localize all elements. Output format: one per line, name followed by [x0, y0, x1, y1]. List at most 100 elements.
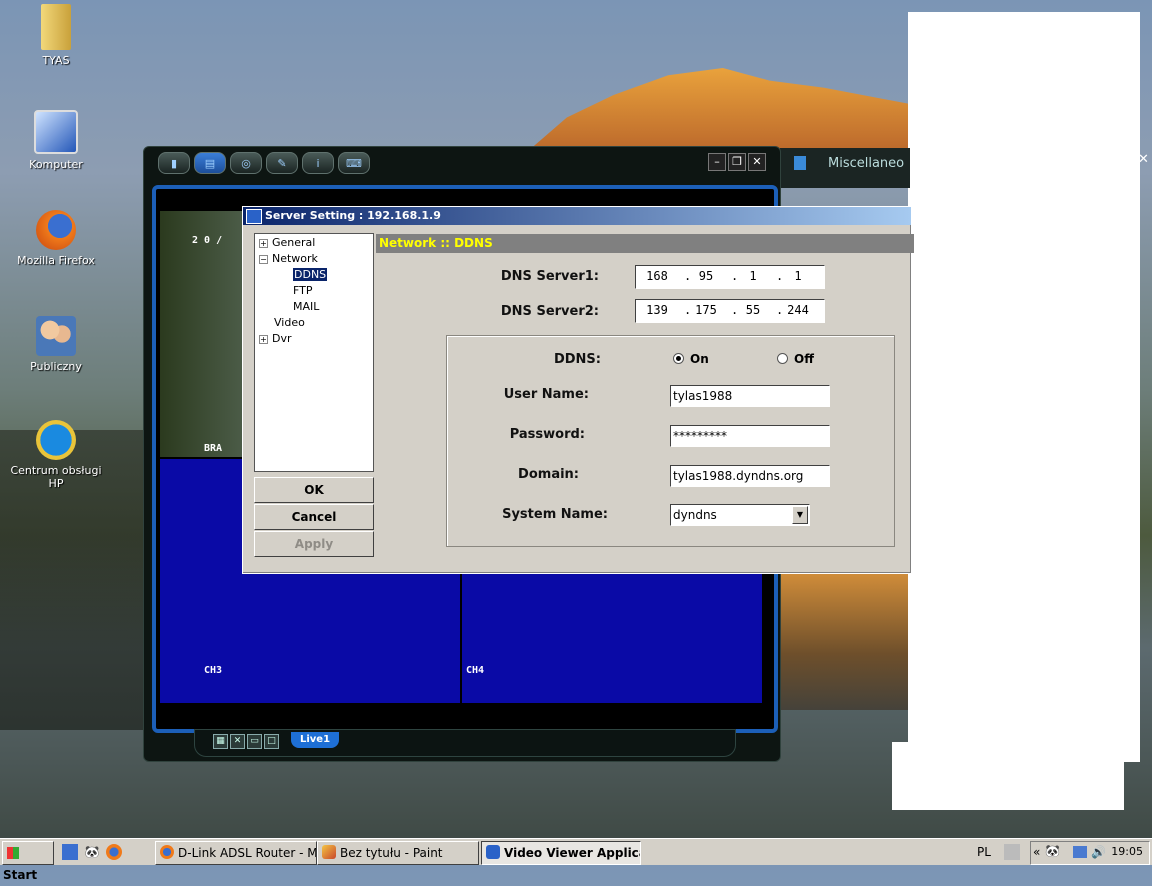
wallpaper-lake [770, 570, 910, 710]
radio-unselected-icon [777, 353, 788, 364]
dialog-app-icon [246, 209, 262, 224]
viewer-icon [486, 845, 500, 859]
close-view-icon[interactable]: ✕ [230, 734, 245, 749]
desktop-icon-hp[interactable]: Centrum obsługi HP [6, 420, 106, 490]
maximize-button[interactable]: ❐ [728, 153, 746, 171]
folder-icon [41, 4, 71, 50]
dns2-octet-3: 55 [745, 303, 761, 317]
show-desktop-icon[interactable] [62, 844, 78, 860]
network-icon[interactable]: ◎ [230, 152, 262, 174]
password-field[interactable]: ********* [670, 425, 830, 447]
dns2-octet-4: 244 [787, 303, 809, 317]
camera-ch4-label: CH4 [466, 665, 485, 676]
panda-icon[interactable]: 🐼 [1045, 844, 1060, 858]
language-indicator[interactable]: PL [977, 845, 991, 859]
firefox-icon [160, 845, 174, 859]
camera-osd-label: BRA [204, 443, 223, 454]
settings-tree: + General − Network DDNS FTP MAIL Video + D… [254, 233, 374, 472]
system-name-value: dyndns [673, 508, 717, 522]
blank-area-right [908, 12, 1140, 762]
domain-field[interactable]: tylas1988.dyndns.org [670, 465, 830, 487]
dns2-label: DNS Server2: [500, 304, 599, 319]
info-icon[interactable]: i [302, 152, 334, 174]
tree-item-general[interactable]: + General [259, 236, 315, 249]
desktop-icon-komputer[interactable]: Komputer [6, 110, 106, 171]
ok-button[interactable]: OK [254, 477, 374, 503]
tree-item-ddns[interactable]: DDNS [293, 268, 328, 281]
tray-expand-icon[interactable]: « [1033, 845, 1040, 859]
tree-item-dvr[interactable]: + Dvr [259, 332, 292, 345]
document-icon[interactable]: ▤ [194, 152, 226, 174]
ddns-off-radio[interactable]: Off [777, 352, 814, 366]
dns2-field[interactable]: 139 . 175 . 55 . 244 [635, 299, 825, 323]
record-icon[interactable]: ▮ [158, 152, 190, 174]
fullscreen-icon[interactable]: □ [264, 734, 279, 749]
dns1-field[interactable]: 168 . 95 . 1 . 1 [635, 265, 825, 289]
server-setting-dialog[interactable]: Server Setting : 192.168.1.9 + General − N… [242, 206, 914, 574]
network-icon[interactable] [1073, 846, 1087, 858]
desktop-icon-publiczny[interactable]: Publiczny [6, 316, 106, 373]
wallpaper-mountain [520, 68, 910, 158]
misc-window[interactable]: Miscellaneo [780, 148, 910, 188]
task-paint[interactable]: Bez tytułu - Paint [317, 841, 479, 865]
ddns-label: DDNS: [553, 352, 601, 367]
task-video-viewer[interactable]: Video Viewer Applicat... [481, 841, 641, 865]
chevron-down-icon[interactable]: ▼ [792, 506, 808, 524]
radio-selected-icon [673, 353, 684, 364]
split-view-icon[interactable]: ▦ [213, 734, 228, 749]
expand-icon[interactable]: + [259, 238, 268, 248]
password-label: Password: [509, 427, 585, 442]
system-tray: « 🐼 🔊 19:05 [1030, 841, 1150, 865]
dialog-title-bar[interactable]: Server Setting : 192.168.1.9 [243, 207, 911, 225]
tree-item-network[interactable]: − Network [259, 252, 318, 265]
dns1-octet-1: 168 [646, 269, 668, 283]
keyboard-icon[interactable] [1004, 844, 1020, 860]
dns2-octet-2: 175 [695, 303, 717, 317]
system-name-label: System Name: [502, 507, 608, 522]
desktop-icon-firefox[interactable]: Mozilla Firefox [6, 210, 106, 267]
misc-window-title: Miscellaneo [828, 156, 905, 171]
ddns-on-radio[interactable]: On [673, 352, 709, 366]
dns1-octet-3: 1 [749, 269, 757, 283]
volume-icon[interactable]: 🔊 [1091, 845, 1106, 859]
viewer-bottom-bar: ▦ ✕ ▭ □ Live1 [194, 729, 736, 757]
expand-icon[interactable]: + [259, 334, 268, 344]
tree-item-ftp[interactable]: FTP [293, 284, 313, 297]
computer-icon [34, 110, 78, 154]
tools-icon[interactable]: ✎ [266, 152, 298, 174]
close-button[interactable]: ✕ [748, 153, 766, 171]
desktop-icon-tyas[interactable]: TYAS [6, 4, 106, 67]
firefox-icon [36, 210, 76, 250]
tab-live1[interactable]: Live1 [291, 732, 339, 748]
username-label: User Name: [503, 387, 589, 402]
tree-item-video[interactable]: Video [274, 316, 305, 329]
dns1-octet-2: 95 [698, 269, 714, 283]
dns2-octet-1: 139 [646, 303, 668, 317]
cancel-button[interactable]: Cancel [254, 504, 374, 530]
misc-window-icon [794, 156, 806, 170]
users-icon [36, 316, 76, 356]
panda-icon[interactable]: 🐼 [84, 844, 100, 860]
apply-button[interactable]: Apply [254, 531, 374, 557]
camera-osd-date: 2 0 / [192, 235, 223, 246]
blank-area-bottom [892, 742, 1124, 810]
single-view-icon[interactable]: ▭ [247, 734, 262, 749]
firefox-icon[interactable] [106, 844, 122, 860]
tree-item-mail[interactable]: MAIL [293, 300, 319, 313]
system-name-select[interactable]: dyndns ▼ [670, 504, 810, 526]
dialog-title: Server Setting : 192.168.1.9 [265, 209, 441, 222]
hp-icon [36, 420, 76, 460]
username-field[interactable]: tylas1988 [670, 385, 830, 407]
task-dlink-router[interactable]: D-Link ADSL Router - Mo... [155, 841, 317, 865]
windows-logo-icon [7, 847, 19, 859]
keyboard-icon[interactable]: ⌨ [338, 152, 370, 174]
paint-icon [322, 845, 336, 859]
camera-ch3-label: CH3 [204, 665, 223, 676]
domain-label: Domain: [518, 467, 579, 482]
minimize-button[interactable]: – [708, 153, 726, 171]
start-button[interactable]: Start [2, 841, 54, 882]
dns1-label: DNS Server1: [500, 269, 599, 284]
misc-close-icon[interactable]: ✕ [1138, 152, 1149, 167]
collapse-icon[interactable]: − [259, 254, 268, 264]
clock[interactable]: 19:05 [1111, 845, 1143, 858]
